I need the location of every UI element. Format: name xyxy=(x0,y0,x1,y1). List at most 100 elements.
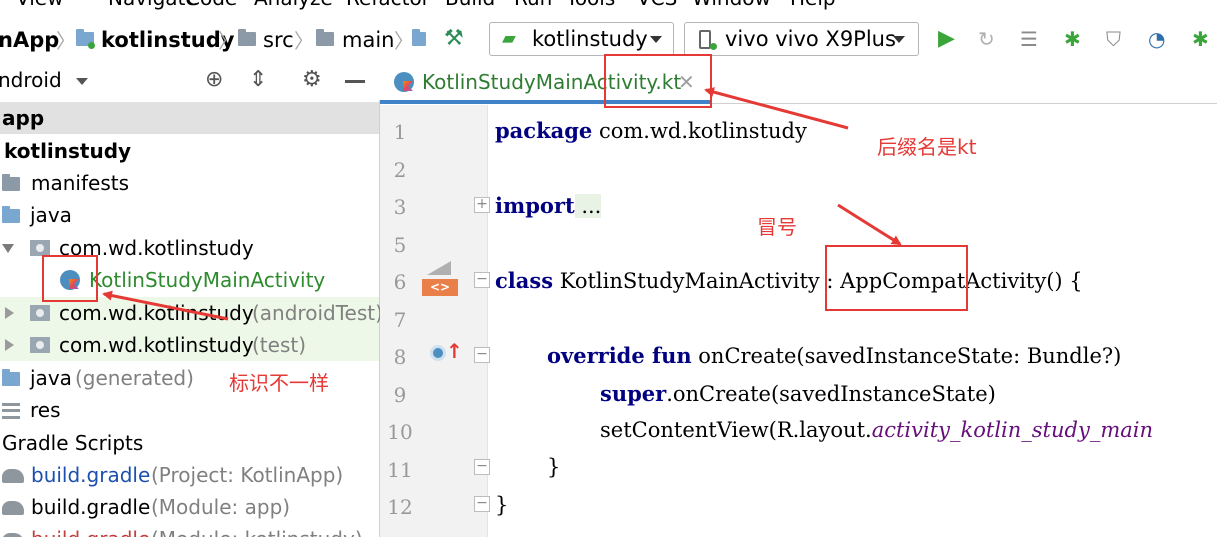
tree-item-label: java xyxy=(30,203,72,227)
breadcrumb-project[interactable]: nApp xyxy=(0,27,59,53)
tree-item-suffix: (Project: KotlinApp) xyxy=(151,463,344,487)
code-line-6: class KotlinStudyMainActivity : AppCompa… xyxy=(495,268,1083,293)
fold-collapse-icon[interactable]: − xyxy=(474,272,490,288)
resources-folder-icon xyxy=(2,403,20,419)
gradle-elephant-icon xyxy=(2,501,24,515)
minimize-icon[interactable] xyxy=(345,80,365,83)
tree-item-build-gradle-app[interactable]: build.gradle (Module: app) xyxy=(0,491,379,523)
breadcrumb-src[interactable]: src xyxy=(263,27,294,53)
layout-reference: activity_kotlin_study_main xyxy=(871,418,1153,442)
breadcrumb-main[interactable]: main xyxy=(342,27,394,53)
line-number: 5 xyxy=(393,233,407,257)
code-line-11: } xyxy=(547,455,561,479)
kotlin-class-icon xyxy=(394,72,414,92)
annotation-suffix-note: 后缀名是kt xyxy=(877,135,977,159)
related-xml-icon[interactable]: <> xyxy=(422,279,458,296)
keyword: super xyxy=(600,381,667,406)
editor-tab-bar: KotlinStudyMainActivity.kt ✕ xyxy=(380,64,1217,104)
build-hammer-icon[interactable]: ⚒ xyxy=(444,28,464,50)
expand-arrow-icon[interactable] xyxy=(5,339,14,351)
module-badge-icon xyxy=(88,42,95,49)
code-line-1: package com.wd.kotlinstudy xyxy=(495,118,807,143)
tree-item-java[interactable]: java xyxy=(0,199,379,231)
breadcrumb-module[interactable]: kotlinstudy xyxy=(101,27,234,53)
menu-vcs[interactable]: VCS xyxy=(637,0,677,10)
override-method-icon[interactable] xyxy=(430,345,446,361)
menu-run[interactable]: Run xyxy=(514,0,552,10)
annotation-colon-note: 冒号 xyxy=(757,215,797,239)
fold-end-icon[interactable]: − xyxy=(474,496,490,512)
keyword: override fun xyxy=(547,343,692,368)
tree-item-build-gradle-project[interactable]: build.gradle (Project: KotlinApp) xyxy=(0,459,379,491)
tree-item-res[interactable]: res xyxy=(0,394,379,426)
breadcrumb-separator: 〉 xyxy=(294,29,314,53)
run-icon[interactable]: ▶ xyxy=(938,28,955,50)
tree-item-package-test[interactable]: com.wd.kotlinstudy (test) xyxy=(0,329,379,361)
gear-icon[interactable]: ⚙ xyxy=(302,67,322,92)
fold-collapse-icon[interactable]: − xyxy=(474,347,490,363)
annotation-box-colon xyxy=(825,245,968,311)
line-number: 10 xyxy=(387,420,413,444)
breadcrumb-separator: 〉 xyxy=(394,29,414,53)
project-panel-header: ndroid ⊕ ⇕ ⚙ xyxy=(0,64,380,100)
menu-tools[interactable]: Tools xyxy=(566,0,615,10)
annotation-box-tab-extension xyxy=(604,54,712,108)
debug-bug-icon[interactable]: ✱ xyxy=(1064,28,1081,50)
chevron-down-icon[interactable] xyxy=(76,78,88,85)
run-config-combo[interactable]: ▰ kotlinstudy xyxy=(489,22,674,56)
tree-item-kotlinstudy[interactable]: kotlinstudy xyxy=(0,135,379,167)
device-combo[interactable]: vivo vivo X9Plus xyxy=(684,22,919,56)
generated-folder-icon xyxy=(2,369,20,386)
tree-item-build-gradle-kotlinstudy[interactable]: build.gradle (Module: kotlinstudy) xyxy=(0,523,379,537)
package-icon xyxy=(30,240,50,256)
locate-icon[interactable]: ⊕ xyxy=(205,67,223,92)
apply-code-changes-icon[interactable]: ☰ xyxy=(1020,28,1038,50)
menu-analyze[interactable]: Analyze xyxy=(254,0,333,10)
fold-end-icon[interactable]: − xyxy=(474,459,490,475)
folder-icon xyxy=(2,206,20,223)
profiler-gauge-icon[interactable]: ◔ xyxy=(1148,28,1165,50)
tree-item-manifests[interactable]: manifests xyxy=(0,167,379,199)
layout-preview-icon[interactable] xyxy=(427,261,451,275)
menu-code[interactable]: Code xyxy=(186,0,237,10)
code-line-9: super.onCreate(savedInstanceState) xyxy=(600,381,996,406)
collapse-all-icon[interactable]: ⇕ xyxy=(249,67,267,92)
tree-item-suffix: (test) xyxy=(252,333,307,357)
keyword: package xyxy=(495,118,593,143)
tree-item-label: com.wd.kotlinstudy xyxy=(59,333,254,357)
annotation-box-file-icon xyxy=(42,255,98,302)
expand-arrow-icon[interactable] xyxy=(2,244,14,253)
package-icon xyxy=(30,305,50,321)
apply-changes-icon[interactable]: ↻ xyxy=(978,28,995,50)
tree-item-app[interactable]: app xyxy=(0,102,379,134)
code-editor[interactable]: 1 2 3 5 6 7 8 9 10 11 12 <> ↑ + − − − − … xyxy=(380,105,1217,537)
tree-item-label: manifests xyxy=(31,171,129,195)
folder-icon xyxy=(412,29,426,46)
tree-item-gradle-scripts[interactable]: Gradle Scripts xyxy=(0,427,379,459)
annotation-icon-note: 标识不一样 xyxy=(229,371,329,395)
folder-icon xyxy=(238,29,256,46)
gradle-elephant-icon xyxy=(2,469,24,483)
folded-imports[interactable]: ... xyxy=(574,194,602,218)
menu-window[interactable]: Window xyxy=(692,0,771,10)
attach-debugger-icon[interactable]: ⛉ xyxy=(1106,28,1121,50)
line-number: 8 xyxy=(393,345,407,369)
view-mode-label[interactable]: ndroid xyxy=(0,68,62,92)
menu-help[interactable]: Help xyxy=(790,0,836,10)
tree-item-suffix: (Module: app) xyxy=(151,495,291,519)
menu-refactor[interactable]: Refactor xyxy=(346,0,430,10)
menu-view[interactable]: View xyxy=(16,0,63,10)
tree-item-label: build.gradle xyxy=(31,523,150,537)
expand-arrow-icon[interactable] xyxy=(5,307,14,319)
sync-icon[interactable]: ✱ xyxy=(1192,28,1209,50)
folder-icon xyxy=(316,29,334,46)
menu-navigate[interactable]: Navigate xyxy=(108,0,198,10)
tree-item-suffix: (androidTest) xyxy=(252,301,383,325)
chevron-down-icon xyxy=(893,36,905,43)
fold-expand-icon[interactable]: + xyxy=(474,197,490,213)
gradle-elephant-icon xyxy=(2,533,24,537)
menu-build[interactable]: Build xyxy=(445,0,495,10)
override-arrow-up-icon: ↑ xyxy=(446,339,463,363)
code-line-3: import ... xyxy=(495,193,602,218)
code-line-8: override fun onCreate(savedInstanceState… xyxy=(547,343,1121,368)
